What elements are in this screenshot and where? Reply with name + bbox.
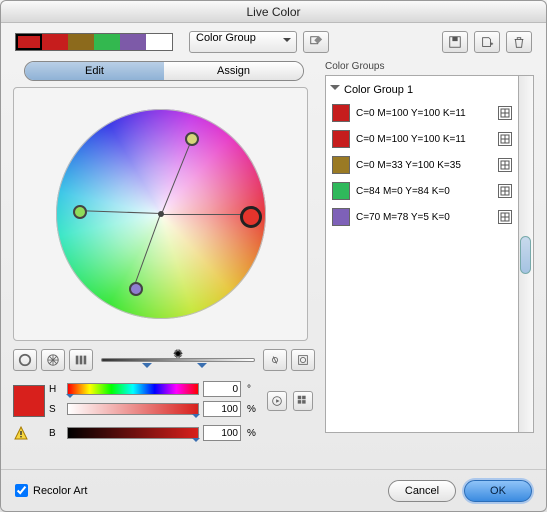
color-group-item[interactable]: C=84 M=0 Y=84 K=0 <box>330 178 514 204</box>
swatch-1[interactable] <box>42 34 68 50</box>
scrollbar-thumb[interactable] <box>520 236 531 274</box>
dialog-footer: Recolor Art Cancel OK <box>1 469 546 511</box>
color-node-base[interactable] <box>240 206 262 228</box>
brightness-icon: ✺ <box>173 347 183 361</box>
smooth-wheel-icon[interactable] <box>13 349 37 371</box>
swatch-icon <box>332 182 350 200</box>
cancel-button[interactable]: Cancel <box>388 480 456 502</box>
harmony-line <box>133 214 161 288</box>
locate-swatch-icon[interactable] <box>498 106 512 120</box>
new-group-icon[interactable] <box>474 31 500 53</box>
recolor-art-checkbox[interactable]: Recolor Art <box>15 484 87 497</box>
harmony-line <box>161 138 193 214</box>
brightness-slider[interactable]: ✺ <box>97 349 259 371</box>
h-label: H <box>49 384 63 395</box>
locate-swatch-icon[interactable] <box>498 210 512 224</box>
brightness-value-slider[interactable] <box>67 427 199 439</box>
swatches-panel-icon[interactable] <box>293 391 313 411</box>
color-node[interactable] <box>185 132 199 146</box>
swatch-icon <box>332 208 350 226</box>
edit-swatch-icon[interactable] <box>303 31 329 53</box>
b-label: B <box>49 428 63 439</box>
s-label: S <box>49 404 63 415</box>
color-group-item[interactable]: C=0 M=100 Y=100 K=11 <box>330 100 514 126</box>
right-panel: Color Groups Color Group 1 C=0 M=100 Y=1… <box>325 61 534 441</box>
active-colors-strip[interactable] <box>15 33 173 51</box>
swatch-name: C=0 M=100 Y=100 K=11 <box>356 108 492 119</box>
disclosure-triangle-icon[interactable] <box>330 85 340 95</box>
locate-swatch-icon[interactable] <box>498 184 512 198</box>
swatch-icon <box>332 156 350 174</box>
color-group-name-field[interactable]: Color Group <box>189 31 297 53</box>
color-wheel-area <box>13 87 308 341</box>
top-toolbar: Color Group <box>1 23 546 57</box>
tab-edit[interactable]: Edit <box>25 62 164 80</box>
swatch-0[interactable] <box>16 34 42 50</box>
swatch-3[interactable] <box>94 34 120 50</box>
color-groups-label: Color Groups <box>325 61 534 72</box>
link-harmony-icon[interactable] <box>263 349 287 371</box>
color-groups-list: Color Group 1 C=0 M=100 Y=100 K=11 C=0 M=… <box>325 75 519 433</box>
swatch-name: C=84 M=0 Y=84 K=0 <box>356 186 492 197</box>
color-group-name: Color Group 1 <box>344 84 413 96</box>
color-wheel[interactable] <box>56 109 266 319</box>
pct-unit: % <box>247 404 263 415</box>
dialog-title: Live Color <box>1 1 546 23</box>
hue-input[interactable] <box>203 381 241 397</box>
hue-slider[interactable] <box>67 383 199 395</box>
saturation-slider[interactable] <box>67 403 199 415</box>
color-mode-flyout-icon[interactable] <box>267 391 287 411</box>
degree-unit: ° <box>247 384 263 395</box>
color-bars-icon[interactable] <box>69 349 93 371</box>
wheel-center <box>158 211 164 217</box>
swatch-name: C=0 M=33 Y=100 K=35 <box>356 160 492 171</box>
saturation-input[interactable] <box>203 401 241 417</box>
brightness-input[interactable] <box>203 425 241 441</box>
out-of-gamut-warning-icon <box>13 425 29 441</box>
pct-unit: % <box>247 428 263 439</box>
add-color-icon[interactable] <box>291 349 315 371</box>
hsb-sliders: H ° S % B % <box>13 381 315 441</box>
segmented-wheel-icon[interactable] <box>41 349 65 371</box>
color-node[interactable] <box>73 205 87 219</box>
locate-swatch-icon[interactable] <box>498 158 512 172</box>
save-group-icon[interactable] <box>442 31 468 53</box>
delete-group-icon[interactable] <box>506 31 532 53</box>
color-group-item[interactable]: C=0 M=33 Y=100 K=35 <box>330 152 514 178</box>
left-panel: Edit Assign <box>13 61 315 441</box>
swatch-icon <box>332 130 350 148</box>
swatch-icon <box>332 104 350 122</box>
swatch-5[interactable] <box>146 34 172 50</box>
current-color-swatch[interactable] <box>13 385 45 417</box>
live-color-dialog: Live Color Color Group Edit Assign <box>0 0 547 512</box>
locate-swatch-icon[interactable] <box>498 132 512 146</box>
recolor-art-label: Recolor Art <box>33 485 87 497</box>
wheel-tools: ✺ <box>13 347 315 373</box>
color-group-header[interactable]: Color Group 1 <box>330 80 514 100</box>
swatch-2[interactable] <box>68 34 94 50</box>
harmony-line <box>79 210 161 214</box>
swatch-name: C=70 M=78 Y=5 K=0 <box>356 212 492 223</box>
color-node[interactable] <box>129 282 143 296</box>
swatch-4[interactable] <box>120 34 146 50</box>
color-group-item[interactable]: C=70 M=78 Y=5 K=0 <box>330 204 514 230</box>
ok-button[interactable]: OK <box>464 480 532 502</box>
swatch-name: C=0 M=100 Y=100 K=11 <box>356 134 492 145</box>
color-groups-scrollbar[interactable] <box>519 75 534 433</box>
tab-assign[interactable]: Assign <box>164 62 303 80</box>
recolor-art-checkbox-input[interactable] <box>15 484 28 497</box>
color-group-item[interactable]: C=0 M=100 Y=100 K=11 <box>330 126 514 152</box>
edit-assign-tabs[interactable]: Edit Assign <box>24 61 304 81</box>
